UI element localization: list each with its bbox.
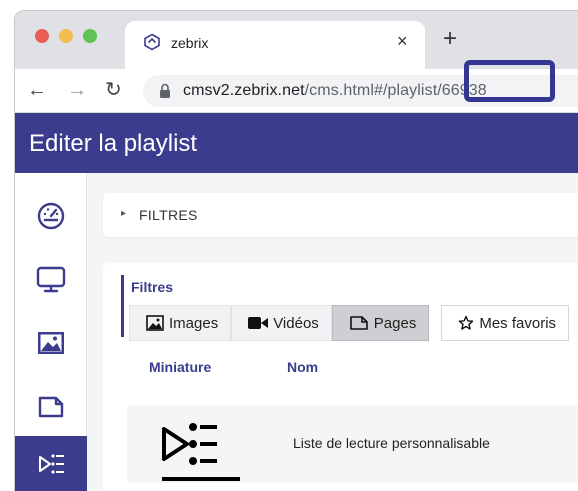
dashboard-icon xyxy=(37,202,65,230)
filter-videos-button[interactable]: Vidéos xyxy=(231,305,332,341)
filter-favorites-label: Mes favoris xyxy=(479,314,557,332)
sidebar-item-playlists[interactable] xyxy=(15,436,87,491)
browser-window: zebrix × + ← → ↻ cmsv2.zebrix.net/cms.ht… xyxy=(14,10,578,491)
filters-toggle-label: FILTRES xyxy=(139,207,198,223)
filters-title: Filtres xyxy=(131,279,174,295)
filter-videos-label: Vidéos xyxy=(273,314,319,332)
url-text: cmsv2.zebrix.net/cms.html#/playlist/6693… xyxy=(183,82,487,100)
address-toolbar: ← → ↻ cmsv2.zebrix.net/cms.html#/playlis… xyxy=(15,69,578,113)
filter-pages-button[interactable]: Pages xyxy=(331,305,430,341)
new-tab-button[interactable]: + xyxy=(443,27,457,51)
section-accent-bar xyxy=(121,275,124,337)
image-icon xyxy=(38,332,64,354)
star-icon xyxy=(459,315,474,330)
reload-icon[interactable]: ↻ xyxy=(105,79,122,101)
filter-images-label: Images xyxy=(169,314,219,332)
tab-title: zebrix xyxy=(171,35,209,51)
drag-indicator xyxy=(162,477,240,481)
main-content: ▸ FILTRES Filtres Images Vidéos Pages Me… xyxy=(87,173,578,491)
page-icon xyxy=(38,396,64,418)
page-title: Editer la playlist xyxy=(29,130,198,157)
address-bar[interactable]: cmsv2.zebrix.net/cms.html#/playlist/6693… xyxy=(143,75,578,107)
sidebar-item-screens[interactable] xyxy=(15,251,87,307)
page-icon xyxy=(349,316,368,330)
filters-toggle[interactable]: ▸ FILTRES xyxy=(103,193,578,237)
table-row[interactable]: Liste de lecture personnalisable xyxy=(127,405,578,483)
zebrix-favicon-icon xyxy=(144,33,160,51)
filter-images-button[interactable]: Images xyxy=(129,305,232,341)
media-panel: Filtres Images Vidéos Pages Mes favoris … xyxy=(103,263,578,491)
image-icon xyxy=(146,315,164,331)
url-host: cmsv2.zebrix.net xyxy=(183,82,305,99)
custom-playlist-icon xyxy=(162,423,217,465)
sidebar xyxy=(15,173,87,491)
filter-favorites-button[interactable]: Mes favoris xyxy=(441,305,570,341)
tab-strip: zebrix × + xyxy=(15,11,578,69)
media-type-filter: Images Vidéos Pages Mes favoris xyxy=(129,305,570,341)
url-path: /cms.html#/playlist/66938 xyxy=(304,82,487,99)
close-window-button[interactable] xyxy=(35,29,49,43)
filter-pages-label: Pages xyxy=(373,314,417,332)
maximize-window-button[interactable] xyxy=(83,29,97,43)
forward-arrow-icon[interactable]: → xyxy=(67,79,87,101)
video-icon xyxy=(248,317,269,329)
row-name: Liste de lecture personnalisable xyxy=(293,435,490,451)
browser-tab[interactable]: zebrix × xyxy=(125,21,425,69)
sidebar-item-pages[interactable] xyxy=(15,379,87,435)
sidebar-item-dashboard[interactable] xyxy=(15,187,87,243)
minimize-window-button[interactable] xyxy=(59,29,73,43)
column-header-thumbnail[interactable]: Miniature xyxy=(149,359,211,375)
sidebar-item-images[interactable] xyxy=(15,315,87,371)
back-arrow-icon[interactable]: ← xyxy=(27,79,47,101)
close-tab-icon[interactable]: × xyxy=(397,31,408,52)
caret-right-icon: ▸ xyxy=(121,208,127,219)
playlist-icon xyxy=(39,454,64,474)
app-header: Editer la playlist xyxy=(15,113,578,173)
column-header-name[interactable]: Nom xyxy=(287,359,318,375)
monitor-icon xyxy=(36,266,66,293)
lock-icon xyxy=(160,83,170,98)
